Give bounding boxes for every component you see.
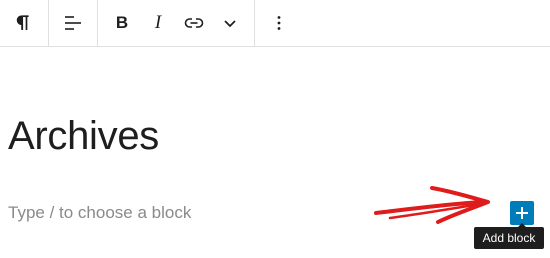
align-left-icon — [65, 16, 81, 30]
toolbar-group-align — [49, 0, 98, 46]
block-placeholder[interactable]: Type / to choose a block — [8, 202, 191, 224]
bold-button[interactable]: B — [104, 5, 140, 41]
toolbar-group-format: B I — [98, 0, 255, 46]
block-toolbar: B I — [0, 0, 303, 46]
paragraph-button[interactable] — [6, 5, 42, 41]
link-icon — [184, 18, 204, 28]
paragraph-icon — [16, 15, 29, 30]
italic-icon: I — [154, 12, 162, 33]
toolbar-group-block-type — [0, 0, 49, 46]
toolbar-group-options — [255, 0, 303, 46]
link-button[interactable] — [176, 5, 212, 41]
plus-icon — [516, 207, 528, 219]
red-arrow-icon — [374, 186, 490, 224]
more-vertical-icon — [277, 16, 281, 30]
add-block-tooltip: Add block — [474, 227, 544, 249]
options-button[interactable] — [261, 5, 297, 41]
chevron-down-icon — [224, 20, 236, 28]
add-block-button[interactable] — [510, 201, 534, 225]
bold-icon: B — [115, 13, 129, 32]
more-formats-button[interactable] — [212, 5, 248, 41]
toolbar-divider — [0, 46, 550, 47]
align-button[interactable] — [55, 5, 91, 41]
italic-button[interactable]: I — [140, 5, 176, 41]
page-heading[interactable]: Archives — [8, 110, 159, 162]
